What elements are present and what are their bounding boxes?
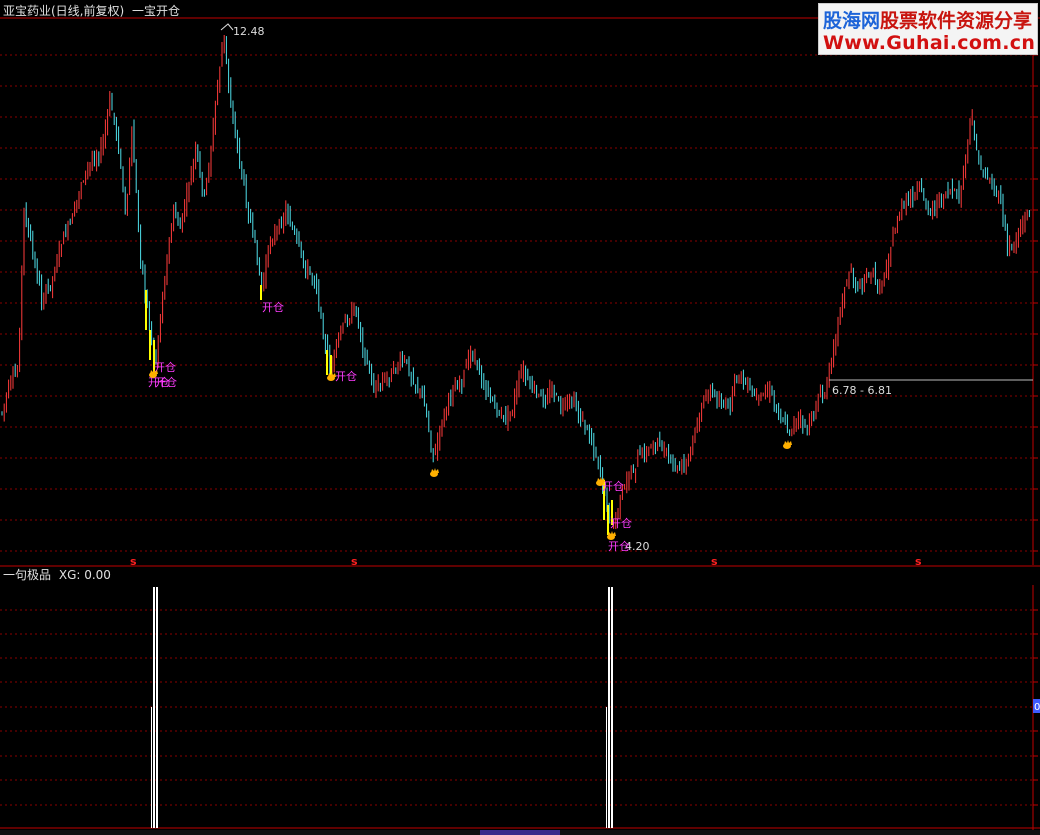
chart-title: 亚宝药业(日线,前复权) 一宝开仓 bbox=[3, 3, 180, 18]
watermark-logo: 股海网股票软件资源分享 Www.Guhai.com.cn bbox=[818, 3, 1038, 55]
horizontal-scrollbar[interactable] bbox=[0, 830, 1040, 835]
sub-gridlines bbox=[0, 609, 1038, 806]
watermark-logo-part2: 股票软件资源分享 bbox=[880, 10, 1033, 32]
dividend-marker-icon: s bbox=[711, 555, 718, 568]
signal-label: 开仓 bbox=[602, 479, 624, 493]
candlestick-series bbox=[1, 35, 1030, 530]
stock-chart-canvas[interactable]: 亚宝药业(日线,前复权) 一宝开仓 12.48 4.20 6.78 - 6.81… bbox=[0, 0, 1040, 835]
dividend-marker-icon: s bbox=[915, 555, 922, 568]
coin-icon bbox=[431, 468, 439, 473]
xg-stick bbox=[611, 587, 613, 828]
dividend-marker-icon: s bbox=[351, 555, 358, 568]
scrollbar-thumb[interactable] bbox=[480, 830, 560, 835]
signal-label: 开仓 bbox=[610, 516, 632, 530]
coin-icon bbox=[608, 531, 616, 536]
signal-label: 开仓 bbox=[262, 300, 284, 314]
watermark-url: Www.Guhai.com.cn bbox=[823, 32, 1036, 54]
price-gridlines bbox=[0, 54, 1038, 552]
coin-icon bbox=[597, 477, 605, 482]
high-price-label: 12.48 bbox=[233, 25, 265, 38]
signal-bar-series bbox=[145, 285, 613, 535]
coin-icon bbox=[784, 440, 792, 445]
sub-chart-title: 一句极品 XG: 0.00 bbox=[3, 568, 111, 582]
xg-stick bbox=[608, 587, 610, 828]
signal-label: 开仓 bbox=[608, 539, 630, 553]
xg-stick bbox=[606, 707, 607, 828]
coin-icons bbox=[149, 369, 792, 540]
xg-stick bbox=[153, 587, 155, 828]
xg-stick bbox=[156, 587, 158, 828]
range-label: 6.78 - 6.81 bbox=[832, 384, 892, 397]
xg-stick bbox=[151, 707, 152, 828]
dividend-marker-icon: s bbox=[130, 555, 137, 568]
signal-label: 开仓 bbox=[335, 369, 357, 383]
high-pointer bbox=[220, 23, 234, 31]
watermark-logo-part1: 股海网 bbox=[823, 10, 881, 32]
sub-axis-value-label: 0 bbox=[1034, 702, 1040, 713]
